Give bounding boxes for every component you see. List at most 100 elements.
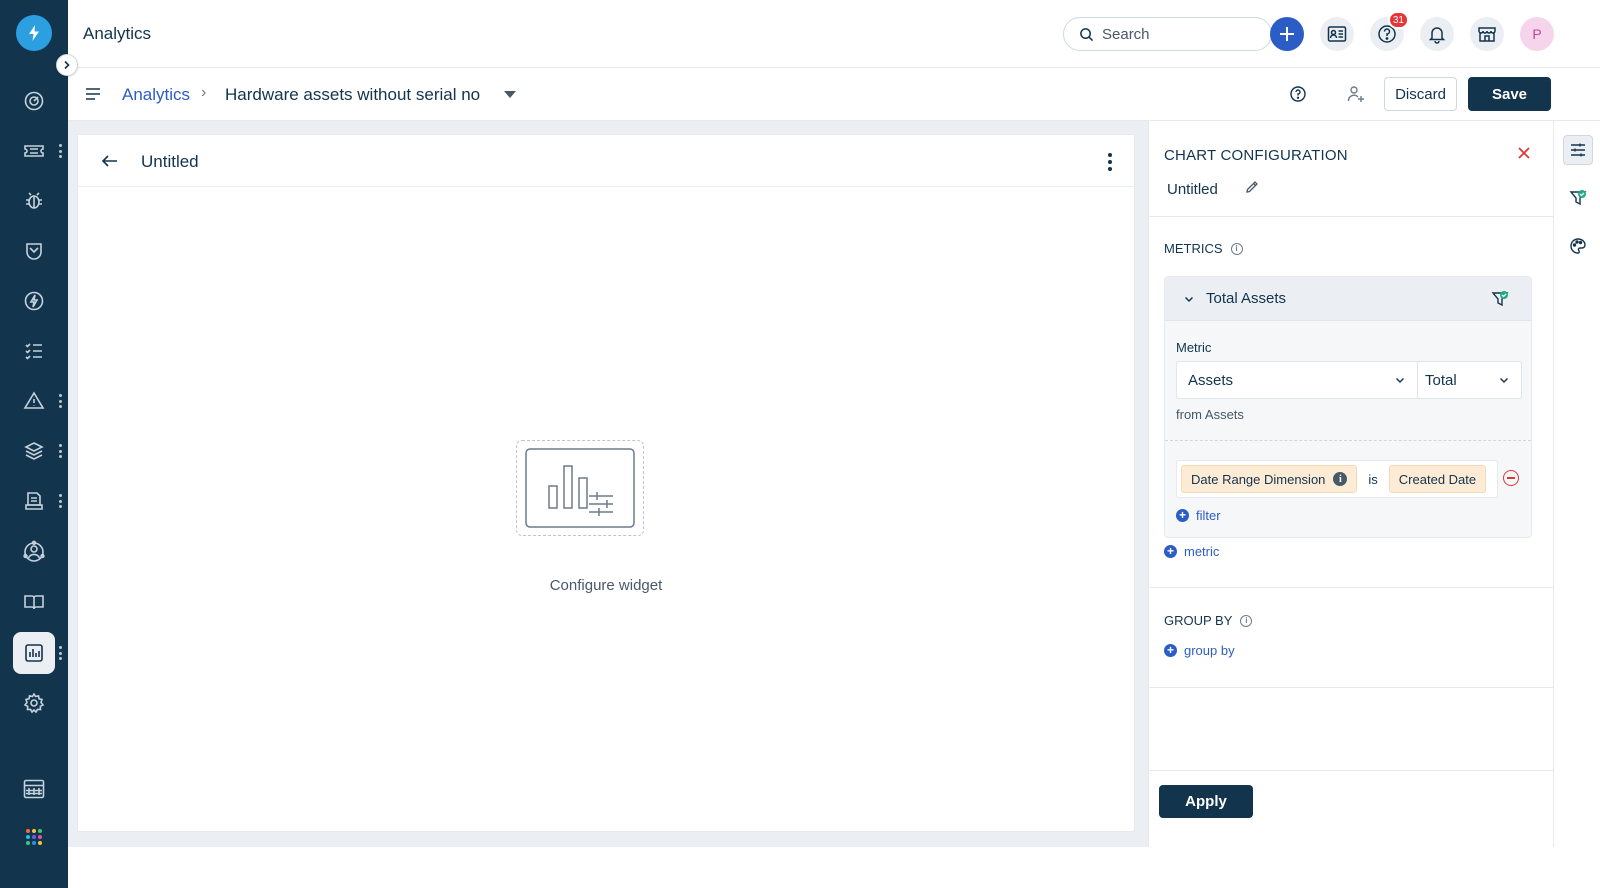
plus-circle-icon: + [1164,545,1177,558]
assets-more-icon[interactable] [58,444,62,458]
apply-button[interactable]: Apply [1159,785,1253,818]
plus-circle-icon: + [1176,509,1189,522]
metric-from-text: from Assets [1176,407,1244,422]
metric-name: Total Assets [1206,290,1287,307]
filter-value-chip[interactable]: Created Date [1388,465,1487,493]
edit-name-pencil-icon[interactable] [1244,179,1260,200]
report-dropdown-caret-icon[interactable] [504,91,516,98]
metric-field-label: Metric [1176,340,1212,355]
help-circle-icon[interactable] [1286,82,1310,106]
alerts-more-icon[interactable] [58,394,62,408]
add-metric-label: metric [1184,544,1220,559]
filter-dimension-chip[interactable]: Date Range Dimension i [1181,465,1358,493]
breadcrumb-current-report: Hardware assets without serial no [225,85,481,104]
add-filter-label: filter [1196,508,1221,523]
chart-configuration-panel: CHART CONFIGURATION Untitled METRICS i T… [1148,121,1554,847]
dashboard-icon[interactable] [13,80,55,122]
analytics-more-icon[interactable] [58,646,62,660]
user-avatar[interactable]: P [1520,17,1554,51]
problems-icon[interactable] [13,180,55,222]
discard-button[interactable]: Discard [1384,77,1457,111]
breadcrumb-analytics-link[interactable]: Analytics [122,85,190,105]
app-title: Analytics [83,24,152,43]
freshservice-logo-icon[interactable] [16,15,52,51]
help-button[interactable]: 31 [1370,11,1409,51]
panel-footer: Apply [1149,770,1553,847]
search-input[interactable]: Search [1063,17,1272,51]
back-arrow-icon[interactable] [100,151,120,176]
save-button[interactable]: Save [1468,77,1551,111]
info-icon[interactable]: i [1333,472,1348,486]
add-filter-button[interactable]: + filter [1176,508,1221,523]
dashed-divider [1165,440,1531,441]
plus-icon [1280,27,1294,41]
widget-more-options-icon[interactable] [1108,153,1112,171]
releases-icon[interactable] [13,280,55,322]
expand-rail-button[interactable] [56,54,78,76]
divider [1149,216,1553,217]
close-panel-icon[interactable] [1516,145,1532,166]
metrics-label-text: METRICS [1164,241,1223,256]
tickets-more-icon[interactable] [58,144,62,158]
solutions-icon[interactable] [13,581,55,623]
contracts-icon[interactable] [13,480,55,522]
bottom-strip [68,847,1600,888]
store-icon [1478,27,1496,42]
changes-icon[interactable] [13,230,55,272]
widget-workspace: Untitled Configure widget [68,121,1148,847]
left-nav-rail [0,0,78,888]
widget-header: Untitled [78,135,1134,187]
metric-aggregation-value: Total [1425,371,1457,389]
metric-select-row: Assets Total [1176,361,1522,399]
assets-icon[interactable] [13,430,55,472]
palette-icon[interactable] [1563,231,1593,261]
configure-widget-illustration-icon [516,440,644,536]
search-placeholder: Search [1102,25,1150,43]
hamburger-menu-icon[interactable] [84,85,102,108]
settings-sliders-icon[interactable] [1563,135,1593,165]
marketplace-button[interactable] [1470,17,1504,51]
plus-circle-icon: + [1164,644,1177,657]
share-user-icon[interactable] [1344,82,1368,106]
agent-profile-button[interactable] [1320,17,1354,51]
notifications-button[interactable] [1420,17,1454,51]
new-item-button[interactable] [1270,17,1304,51]
metric-filter-icon[interactable] [1491,290,1509,313]
metric-aggregation-select[interactable]: Total [1418,361,1522,399]
metric-card-header[interactable]: Total Assets [1165,277,1531,321]
tasks-icon[interactable] [13,330,55,372]
calendar-icon[interactable] [13,768,55,810]
help-badge: 31 [1387,11,1409,29]
chevron-down-icon [1500,378,1508,383]
add-group-by-button[interactable]: + group by [1164,643,1235,658]
chart-name: Untitled [1167,181,1218,198]
analytics-icon[interactable] [13,632,55,674]
top-header: Analytics Search 31 P [68,0,1600,68]
group-by-info-icon[interactable]: i [1240,614,1253,627]
remove-filter-icon[interactable] [1503,470,1519,486]
metrics-section-label: METRICS i [1164,241,1243,256]
metric-filter-condition[interactable]: Date Range Dimension i is Created Date [1176,460,1498,498]
widget-preview-card: Untitled Configure widget [77,134,1135,832]
panel-heading: CHART CONFIGURATION [1164,147,1348,164]
projects-icon[interactable] [13,531,55,573]
chevron-down-icon [1396,378,1404,383]
breadcrumb-bar: Analytics › Hardware assets without seri… [68,68,1600,121]
admin-gear-icon[interactable] [13,682,55,724]
metric-card: Total Assets Metric Assets Total from As… [1164,276,1532,538]
apps-grid-icon[interactable] [13,816,55,858]
filter-dimension-text: Date Range Dimension [1191,471,1326,487]
metric-source-select[interactable]: Assets [1176,361,1418,399]
configure-widget-text: Configure widget [549,577,663,594]
chevron-down-icon[interactable] [1183,293,1195,305]
alerts-icon[interactable] [13,380,55,422]
divider [1149,587,1553,588]
contracts-more-icon[interactable] [58,494,62,508]
widget-title: Untitled [141,152,199,171]
filter-check-icon[interactable] [1563,183,1593,213]
tickets-icon[interactable] [13,130,55,172]
add-metric-button[interactable]: + metric [1164,544,1219,559]
group-by-label-text: GROUP BY [1164,613,1233,628]
filter-operator: is [1368,471,1378,487]
metrics-info-icon[interactable]: i [1230,242,1243,255]
